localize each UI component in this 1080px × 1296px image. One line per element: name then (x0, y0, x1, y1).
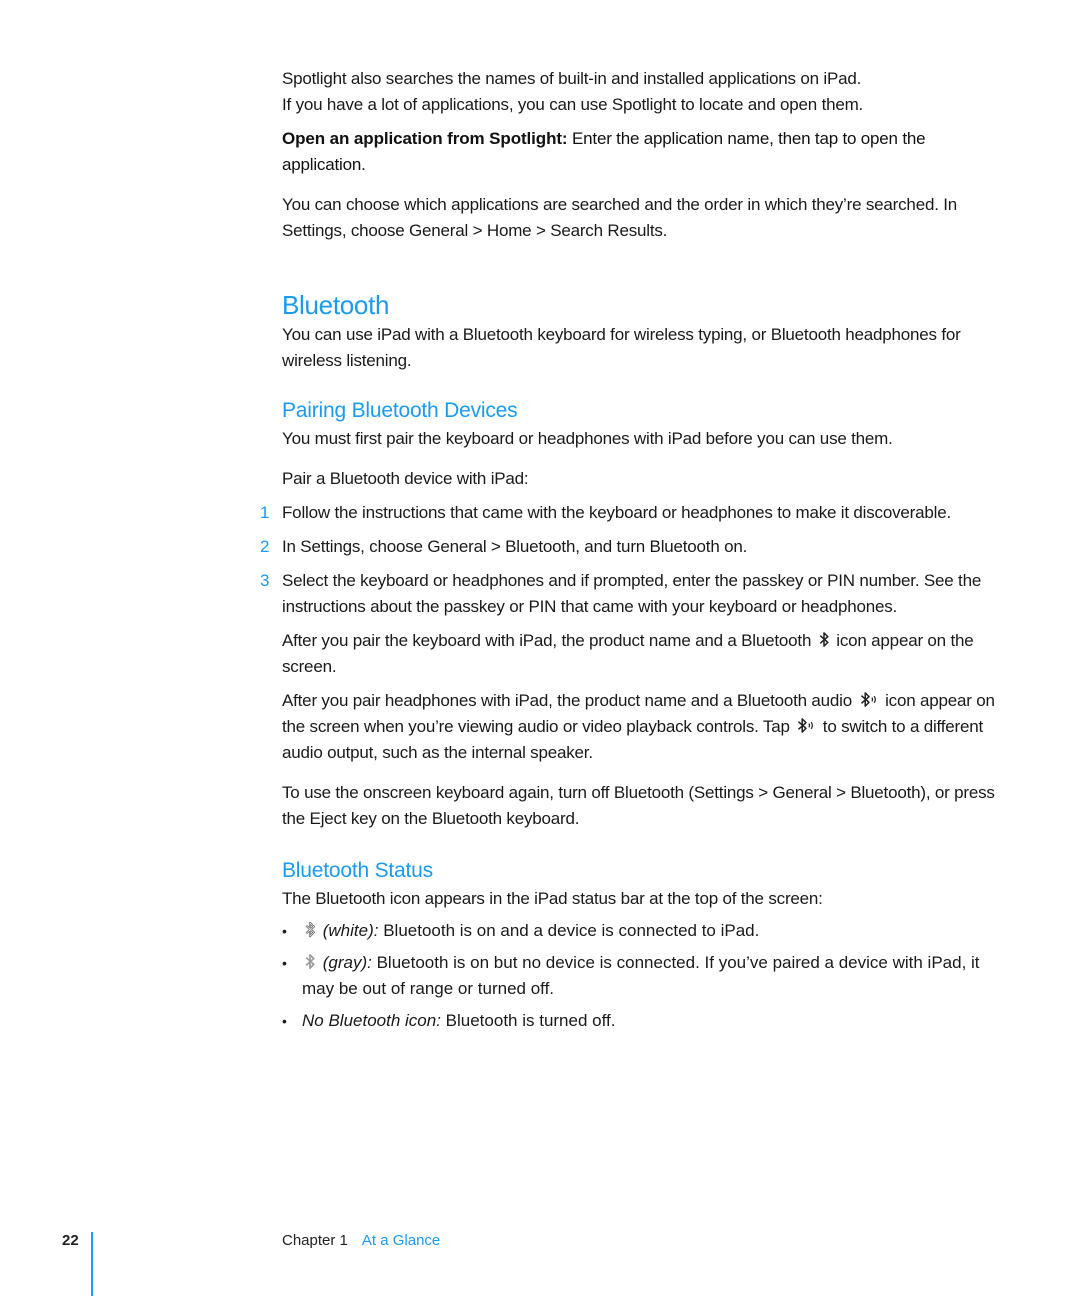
step-item: 1 Follow the instructions that came with… (260, 500, 1002, 526)
pairing-intro: You must first pair the keyboard or head… (282, 429, 893, 448)
status-label: (white): (322, 921, 379, 940)
task-open-app: Open an application from Spotlight: Ente… (282, 126, 1002, 178)
bluetooth-icon (819, 632, 829, 647)
step-text: Select the keyboard or headphones and if… (282, 571, 982, 616)
task-label: Open an application from Spotlight: (282, 129, 568, 148)
status-text: Bluetooth is on but no device is connect… (302, 953, 980, 998)
bullet-dot: • (282, 955, 287, 971)
page-number: 22 (62, 1232, 79, 1249)
subheading-status: Bluetooth Status (282, 859, 433, 882)
bluetooth-audio-icon (860, 692, 876, 707)
step-text: In Settings, choose General > Bluetooth,… (282, 537, 748, 556)
status-list: • (white): Bluetooth is on and a device … (282, 918, 1002, 1034)
onscreen-keyboard-note: To use the onscreen keyboard again, turn… (282, 783, 995, 828)
page-content: Spotlight also searches the names of bui… (260, 66, 1002, 1034)
search-order-paragraph: You can choose which applications are se… (282, 195, 958, 240)
step-item: 2 In Settings, choose General > Bluetoot… (260, 534, 1002, 560)
bluetooth-audio-icon (798, 718, 814, 733)
step-item: 3 Select the keyboard or headphones and … (260, 568, 1002, 620)
status-item: • (white): Bluetooth is on and a device … (282, 918, 1002, 944)
section-heading-bluetooth: Bluetooth (282, 290, 390, 320)
step-text: Follow the instructions that came with t… (282, 503, 951, 522)
intro-paragraph: Spotlight also searches the names of bui… (282, 69, 864, 114)
headphones-pair-note: After you pair headphones with iPad, the… (282, 691, 995, 762)
chapter-title: At a Glance (361, 1232, 441, 1249)
bluetooth-white-icon (305, 921, 315, 938)
bullet-dot: • (282, 1013, 287, 1029)
step-number: 3 (260, 571, 270, 590)
footer-rule (91, 1232, 93, 1296)
step-number: 2 (260, 537, 270, 556)
status-item: • No Bluetooth icon: Bluetooth is turned… (282, 1008, 1002, 1034)
pairing-task-label: Pair a Bluetooth device with iPad: (282, 469, 529, 488)
keyboard-pair-note: After you pair the keyboard with iPad, t… (282, 631, 974, 676)
status-intro: The Bluetooth icon appears in the iPad s… (282, 889, 823, 908)
status-label: No Bluetooth icon: (302, 1011, 441, 1030)
bullet-dot: • (282, 923, 287, 939)
step-number: 1 (260, 503, 270, 522)
bluetooth-intro: You can use iPad with a Bluetooth keyboa… (282, 325, 961, 370)
status-item: • (gray): Bluetooth is on but no device … (282, 950, 1002, 1002)
pairing-steps: 1 Follow the instructions that came with… (260, 500, 1002, 620)
bluetooth-gray-icon (305, 954, 315, 969)
status-text: Bluetooth is turned off. (445, 1011, 616, 1030)
status-label: (gray): (322, 953, 372, 972)
footer-chapter: Chapter 1 At a Glance (282, 1232, 440, 1249)
status-text: Bluetooth is on and a device is connecte… (383, 921, 760, 940)
subheading-pairing: Pairing Bluetooth Devices (282, 399, 518, 422)
chapter-label: Chapter 1 (282, 1232, 348, 1249)
